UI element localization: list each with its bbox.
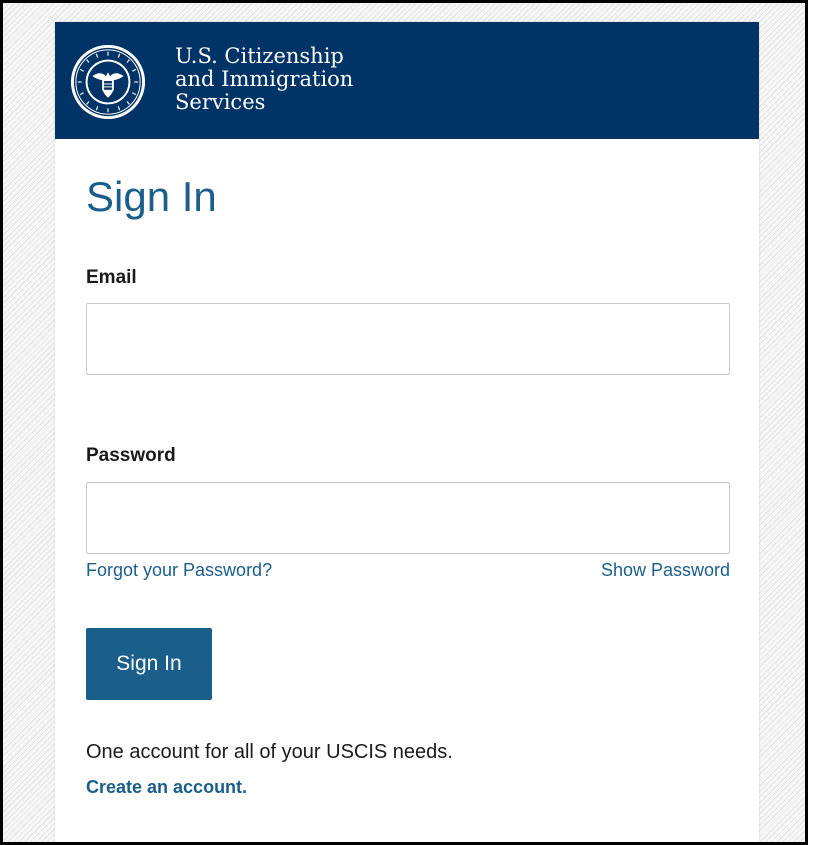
email-label: Email: [86, 267, 137, 288]
agency-name-line-1: U.S. Citizenship: [175, 44, 344, 68]
password-field[interactable]: [86, 482, 730, 554]
page-title: Sign In: [86, 173, 217, 220]
sign-in-button[interactable]: Sign In: [86, 628, 212, 700]
agency-header: U.S. Citizenship and Immigration Service…: [55, 22, 759, 139]
email-field[interactable]: [86, 303, 730, 375]
sign-in-card: U.S. Citizenship and Immigration Service…: [55, 22, 759, 842]
show-password-link[interactable]: Show Password: [601, 559, 730, 581]
page-frame: U.S. Citizenship and Immigration Service…: [0, 0, 808, 845]
password-label: Password: [86, 445, 176, 466]
dhs-seal-icon: [70, 44, 146, 120]
create-account-link[interactable]: Create an account.: [86, 776, 247, 798]
agency-name-line-3: Services: [175, 90, 266, 114]
forgot-password-link[interactable]: Forgot your Password?: [86, 559, 272, 581]
account-promo-text: One account for all of your USCIS needs.: [86, 741, 453, 763]
agency-name: U.S. Citizenship and Immigration Service…: [175, 45, 353, 114]
agency-name-line-2: and Immigration: [175, 67, 354, 91]
